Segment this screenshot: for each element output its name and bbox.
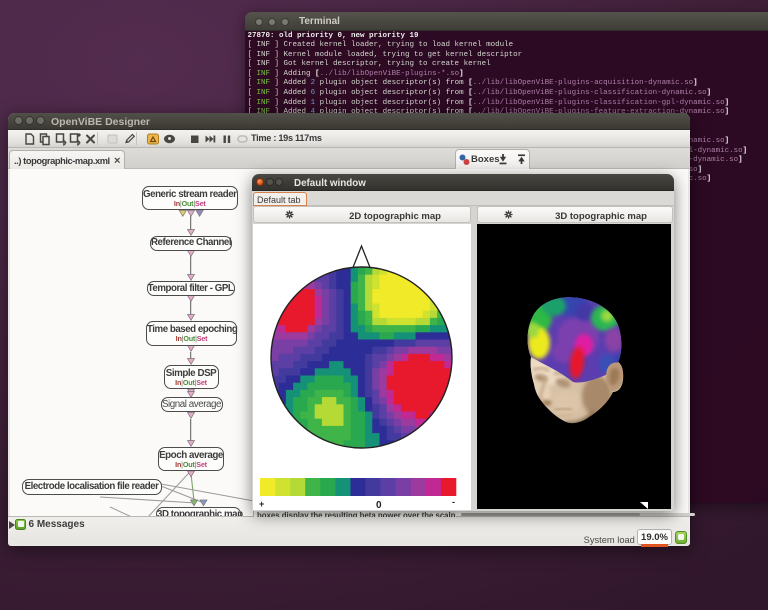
svg-text:-: - bbox=[452, 497, 455, 507]
svg-text:0: 0 bbox=[376, 500, 382, 510]
svg-text:+: + bbox=[259, 499, 264, 509]
